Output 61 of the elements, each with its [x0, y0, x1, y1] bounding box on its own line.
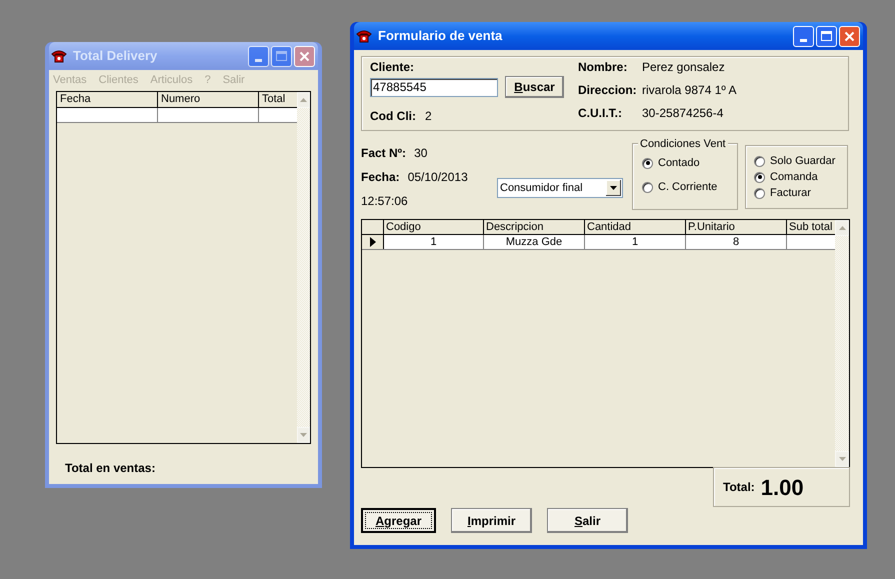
- action-button[interactable]: Salir: [547, 508, 628, 533]
- scroll-up-icon[interactable]: [300, 98, 307, 102]
- current-row-icon: [370, 237, 376, 247]
- scrollbar[interactable]: [835, 220, 849, 467]
- table-cell[interactable]: [259, 108, 297, 122]
- close-icon[interactable]: [844, 30, 855, 42]
- field-label: Fecha:: [361, 169, 400, 186]
- column-header[interactable]: Cantidad: [585, 220, 686, 235]
- field-value: 2: [425, 108, 432, 125]
- telephone-icon: [51, 49, 67, 63]
- radio-option[interactable]: C. Corriente: [642, 179, 737, 195]
- column-header[interactable]: Sub total: [787, 220, 835, 235]
- radio-option[interactable]: Comanda: [754, 169, 847, 185]
- close-button[interactable]: [294, 46, 315, 66]
- search-button[interactable]: Buscar: [505, 76, 564, 98]
- table-cell[interactable]: 1: [585, 235, 686, 249]
- telephone-icon: [356, 29, 372, 43]
- field-label: Direccion:: [578, 82, 638, 99]
- field-label: Cod Cli:: [370, 108, 417, 125]
- minimize-button[interactable]: [248, 46, 269, 66]
- field-value: 30-25874256-4: [642, 105, 724, 122]
- table-cell[interactable]: [787, 235, 835, 249]
- action-button[interactable]: Agregar: [361, 508, 436, 533]
- column-header[interactable]: Codigo: [384, 220, 484, 235]
- window-title: Formulario de venta: [378, 27, 504, 46]
- customer-type-dropdown[interactable]: Consumidor final: [497, 178, 623, 198]
- radio-option[interactable]: Facturar: [754, 185, 847, 201]
- client-input[interactable]: 47885545: [370, 78, 498, 96]
- time-text: 12:57:06: [361, 193, 408, 210]
- scroll-down-icon[interactable]: [838, 457, 846, 461]
- maximize-button[interactable]: [271, 46, 292, 66]
- total-label: Total:: [723, 479, 755, 496]
- field-value: Perez gonsalez: [642, 59, 725, 76]
- radio-option[interactable]: Contado: [642, 155, 737, 171]
- table-cell[interactable]: 1: [384, 235, 484, 249]
- table-cell[interactable]: 8: [686, 235, 787, 249]
- total-value: 1.00: [760, 474, 804, 502]
- maximize-button[interactable]: [816, 26, 837, 46]
- column-header[interactable]: P.Unitario: [686, 220, 787, 235]
- window-title: Total Delivery: [73, 47, 158, 66]
- scroll-down-icon[interactable]: [300, 433, 307, 437]
- radio-option[interactable]: Solo Guardar: [754, 153, 847, 169]
- field-label: Fact Nº:: [361, 145, 406, 162]
- field-value: 30: [414, 145, 428, 162]
- scrollbar[interactable]: [297, 92, 310, 443]
- minimize-button[interactable]: [793, 26, 814, 46]
- table-cell[interactable]: Muzza Gde: [484, 235, 585, 249]
- field-label: Nombre:: [578, 59, 628, 76]
- dropdown-arrow-icon[interactable]: [610, 186, 617, 190]
- field-label: C.U.I.T.:: [578, 105, 623, 122]
- field-value: 05/10/2013: [408, 169, 468, 186]
- close-icon[interactable]: [299, 50, 310, 62]
- field-label: Cliente:: [370, 59, 416, 75]
- column-header[interactable]: Descripcion: [484, 220, 585, 235]
- table-cell[interactable]: [158, 108, 259, 122]
- table-cell[interactable]: [57, 108, 158, 122]
- field-value: rivarola 9874 1º A: [642, 82, 736, 99]
- close-button[interactable]: [839, 26, 860, 46]
- total-label: Total en ventas:: [65, 460, 156, 477]
- scroll-up-icon[interactable]: [838, 226, 846, 230]
- action-button[interactable]: Imprimir: [451, 508, 532, 533]
